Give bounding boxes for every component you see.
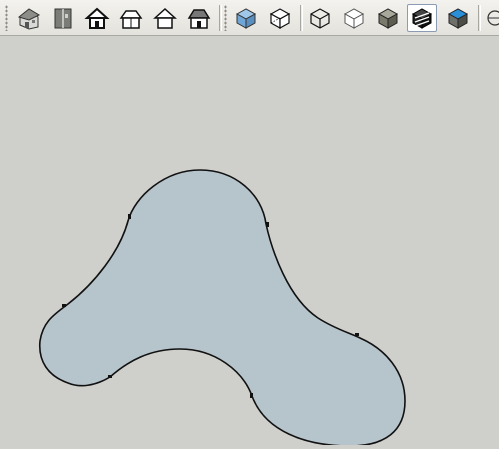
xray-style-button[interactable] (231, 4, 261, 32)
vertex-marker (62, 304, 66, 307)
vertex-marker (355, 333, 359, 336)
orbit-icon (487, 10, 499, 26)
curved-face[interactable] (39, 169, 406, 447)
toolbar-grip[interactable] (5, 5, 8, 31)
back-edges-style-icon (269, 8, 291, 30)
iso-view-button[interactable] (14, 4, 44, 32)
next-toolbar-button[interactable] (484, 4, 499, 32)
hidden-line-style-button[interactable] (339, 4, 369, 32)
left-view-button[interactable] (184, 4, 214, 32)
monochrome-style-icon (447, 8, 469, 29)
vertex-marker (108, 375, 112, 378)
vertex-marker (128, 214, 131, 219)
top-view-icon (54, 8, 72, 29)
back-view-icon (153, 7, 177, 29)
hidden-line-style-icon (343, 8, 365, 29)
wireframe-style-button[interactable] (305, 4, 335, 32)
shaded-style-button[interactable] (373, 4, 403, 32)
back-view-button[interactable] (150, 4, 180, 32)
left-view-icon (187, 9, 211, 29)
shaded-textures-style-icon (411, 8, 433, 29)
toolbar-separator (300, 5, 303, 31)
right-view-icon (119, 10, 143, 29)
wireframe-style-icon (310, 8, 330, 29)
vertex-marker (250, 393, 253, 398)
xray-style-icon (235, 8, 257, 29)
drawing-canvas[interactable] (0, 36, 499, 447)
vertex-marker (266, 222, 269, 227)
toolbar-separator (478, 5, 481, 31)
shaded-textures-style-button[interactable] (407, 4, 437, 32)
toolbar-separator (219, 5, 222, 31)
back-edges-style-button[interactable] (265, 4, 295, 32)
front-view-icon (84, 7, 110, 29)
drawing-viewport[interactable] (0, 36, 499, 447)
monochrome-style-button[interactable] (443, 4, 473, 32)
views-styles-toolbar (0, 0, 499, 36)
iso-view-icon (17, 8, 41, 30)
top-view-button[interactable] (48, 4, 78, 32)
right-view-button[interactable] (116, 4, 146, 32)
toolbar-grip[interactable] (224, 5, 227, 31)
front-view-button[interactable] (82, 4, 112, 32)
shaded-style-icon (377, 8, 399, 29)
